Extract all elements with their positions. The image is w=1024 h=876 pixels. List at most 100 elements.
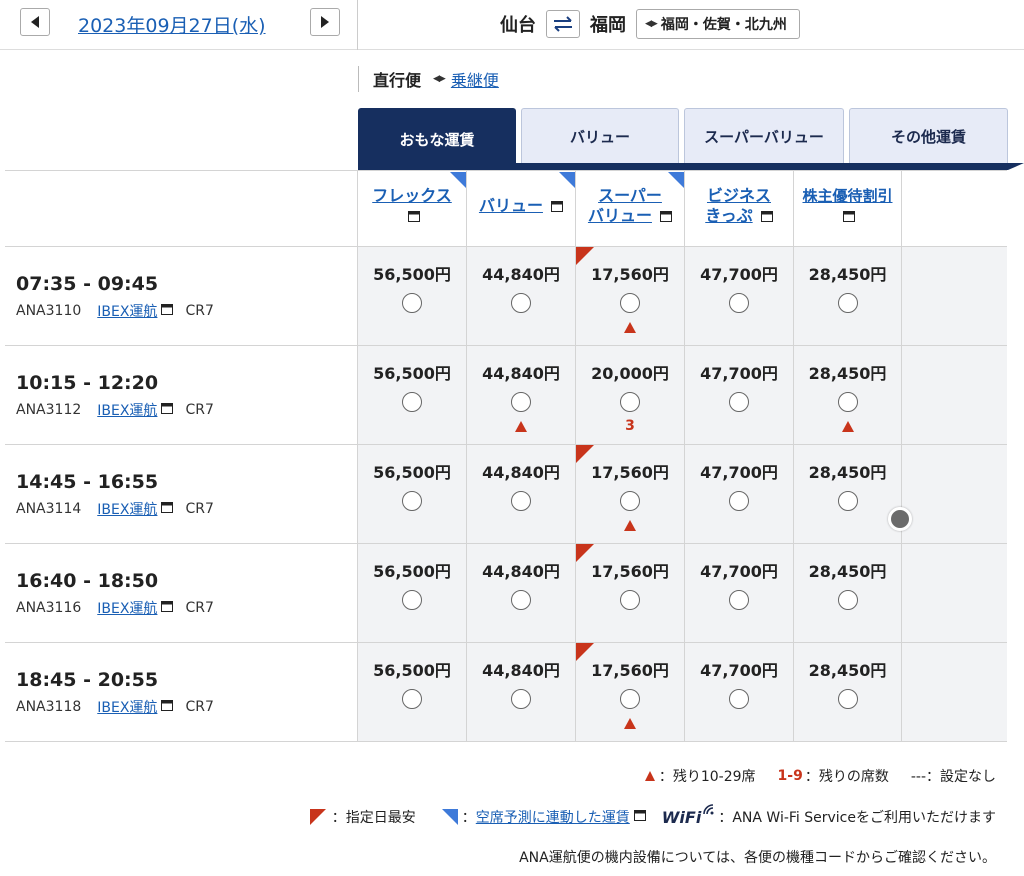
popup-window-icon[interactable] bbox=[161, 402, 174, 418]
date-link[interactable]: 2023年09月27日(水) bbox=[78, 11, 266, 38]
fare-cell[interactable]: 47,700円 bbox=[685, 346, 793, 444]
fare-cell[interactable]: 56,500円 bbox=[358, 544, 466, 642]
popup-window-icon[interactable] bbox=[161, 699, 174, 715]
fare-radio[interactable] bbox=[837, 689, 858, 709]
fare-radio[interactable] bbox=[837, 392, 858, 412]
fare-cell[interactable]: 20,000円 3 bbox=[576, 346, 684, 444]
fare-cell[interactable]: 17,560円 bbox=[576, 247, 684, 345]
operator-link[interactable]: IBEX運航 bbox=[97, 301, 157, 321]
fare-radio[interactable] bbox=[511, 491, 531, 511]
fare-radio[interactable] bbox=[729, 689, 749, 709]
fare-cell[interactable]: 17,560円 bbox=[576, 643, 684, 741]
fare-radio[interactable] bbox=[837, 491, 858, 511]
fare-radio[interactable] bbox=[837, 293, 858, 313]
aircraft-code: CR7 bbox=[185, 402, 214, 418]
flight-type-toggle: 直行便 ◀▶ 乗継便 bbox=[358, 66, 499, 92]
flight-meta: ANA3116 IBEX運航 CR7 bbox=[16, 598, 214, 618]
popup-window-icon[interactable] bbox=[161, 303, 174, 319]
flight-info: 18:45 - 20:55 ANA3118 IBEX運航 CR7 bbox=[16, 669, 214, 717]
fare-cell[interactable]: 47,700円 bbox=[685, 445, 793, 543]
fare-cell[interactable]: 17,560円 bbox=[576, 445, 684, 543]
fare-cell[interactable]: 44,840円 bbox=[467, 445, 575, 543]
fare-link-super-value[interactable]: スーパー bbox=[598, 186, 662, 205]
fare-cell[interactable]: 44,840円 bbox=[467, 643, 575, 741]
fare-radio[interactable] bbox=[729, 392, 749, 412]
triangle-right-icon bbox=[321, 16, 329, 28]
fare-radio[interactable] bbox=[620, 590, 640, 610]
fare-radio[interactable] bbox=[402, 689, 422, 709]
aircraft-code: CR7 bbox=[185, 699, 214, 715]
operator-link[interactable]: IBEX運航 bbox=[97, 499, 157, 519]
legend-note: ANA運航便の機内設備については、各便の機種コードからご確認ください。 bbox=[519, 847, 996, 867]
fare-cell[interactable]: 56,500円 bbox=[358, 643, 466, 741]
scroll-indicator[interactable] bbox=[888, 507, 912, 531]
fare-cell[interactable]: 56,500円 bbox=[358, 445, 466, 543]
fare-radio[interactable] bbox=[620, 392, 640, 412]
fare-cell[interactable]: 28,450円 bbox=[794, 643, 901, 741]
popup-window-icon[interactable] bbox=[407, 207, 420, 226]
popup-window-icon[interactable] bbox=[843, 207, 855, 226]
fare-cell[interactable]: 28,450円 bbox=[794, 346, 901, 444]
fare-radio[interactable] bbox=[729, 491, 749, 511]
fare-cell[interactable]: 44,840円 bbox=[467, 346, 575, 444]
fare-radio[interactable] bbox=[402, 590, 422, 610]
popup-window-icon[interactable] bbox=[760, 207, 773, 226]
linked-fare-link[interactable]: 空席予測に連動した運賃 bbox=[476, 807, 630, 827]
divider bbox=[5, 741, 1007, 742]
fare-radio[interactable] bbox=[620, 689, 640, 709]
fare-radio[interactable] bbox=[511, 689, 531, 709]
popup-window-icon[interactable] bbox=[660, 207, 673, 226]
fare-radio[interactable] bbox=[729, 293, 749, 313]
fare-cell[interactable]: 44,840円 bbox=[467, 247, 575, 345]
fare-radio[interactable] bbox=[402, 392, 422, 412]
fare-link-business-2[interactable]: きっぷ bbox=[705, 206, 752, 225]
flight-meta: ANA3110 IBEX運航 CR7 bbox=[16, 301, 214, 321]
fare-cell[interactable]: 28,450円 bbox=[794, 544, 901, 642]
fare-price: 47,700円 bbox=[700, 661, 778, 680]
operator-link[interactable]: IBEX運航 bbox=[97, 400, 157, 420]
tab-other-fares[interactable]: その他運賃 bbox=[849, 108, 1008, 163]
operator-link[interactable]: IBEX運航 bbox=[97, 598, 157, 618]
popup-window-icon[interactable] bbox=[161, 501, 174, 517]
next-day-button[interactable] bbox=[310, 8, 340, 36]
tab-super-value[interactable]: スーパーバリュー bbox=[684, 108, 844, 163]
tab-main-fares[interactable]: おもな運賃 bbox=[358, 108, 516, 170]
fare-radio[interactable] bbox=[837, 590, 858, 610]
legend-wifi-text: ：ANA Wi-Fi Serviceをご利用いただけます bbox=[718, 810, 996, 826]
fare-radio[interactable] bbox=[402, 491, 422, 511]
area-select-button[interactable]: ◀▶ 福岡・佐賀・北九州 bbox=[636, 9, 800, 39]
fare-link-value[interactable]: バリュー bbox=[479, 196, 543, 215]
fare-link-business[interactable]: ビジネス bbox=[707, 186, 771, 205]
fare-cell[interactable]: 47,700円 bbox=[685, 643, 793, 741]
fare-cell[interactable]: 17,560円 bbox=[576, 544, 684, 642]
fare-radio[interactable] bbox=[511, 392, 531, 412]
fare-link-flex[interactable]: フレックス bbox=[372, 186, 452, 205]
fare-cell[interactable]: 47,700円 bbox=[685, 247, 793, 345]
fare-radio[interactable] bbox=[620, 293, 640, 313]
fare-radio[interactable] bbox=[620, 491, 640, 511]
fare-price: 28,450円 bbox=[808, 463, 887, 482]
lowest-fare-flag bbox=[576, 544, 594, 562]
fare-cell[interactable]: 44,840円 bbox=[467, 544, 575, 642]
fare-link-shareholder[interactable]: 株主優待割引 bbox=[802, 187, 892, 205]
fare-cell[interactable]: 56,500円 bbox=[358, 247, 466, 345]
fare-radio[interactable] bbox=[511, 590, 531, 610]
previous-day-button[interactable] bbox=[20, 8, 50, 36]
fare-cell[interactable]: 56,500円 bbox=[358, 346, 466, 444]
popup-window-icon[interactable] bbox=[551, 197, 564, 216]
fare-radio[interactable] bbox=[511, 293, 531, 313]
transfer-flight-link[interactable]: 乗継便 bbox=[451, 67, 499, 91]
fare-header-value: バリュー bbox=[467, 172, 575, 246]
tab-value[interactable]: バリュー bbox=[521, 108, 679, 163]
operator-link[interactable]: IBEX運航 bbox=[97, 697, 157, 717]
popup-window-icon[interactable] bbox=[161, 600, 174, 616]
popup-window-icon[interactable] bbox=[633, 809, 646, 825]
fare-radio[interactable] bbox=[729, 590, 749, 610]
swap-route-button[interactable] bbox=[546, 10, 580, 38]
linked-fare-flag bbox=[559, 172, 575, 188]
fare-cell[interactable]: 28,450円 bbox=[794, 247, 901, 345]
fare-link-super-value-2[interactable]: バリュー bbox=[588, 206, 652, 225]
fare-radio[interactable] bbox=[402, 293, 422, 313]
fare-cell[interactable]: 47,700円 bbox=[685, 544, 793, 642]
fare-cell[interactable]: 28,450円 bbox=[794, 445, 901, 543]
